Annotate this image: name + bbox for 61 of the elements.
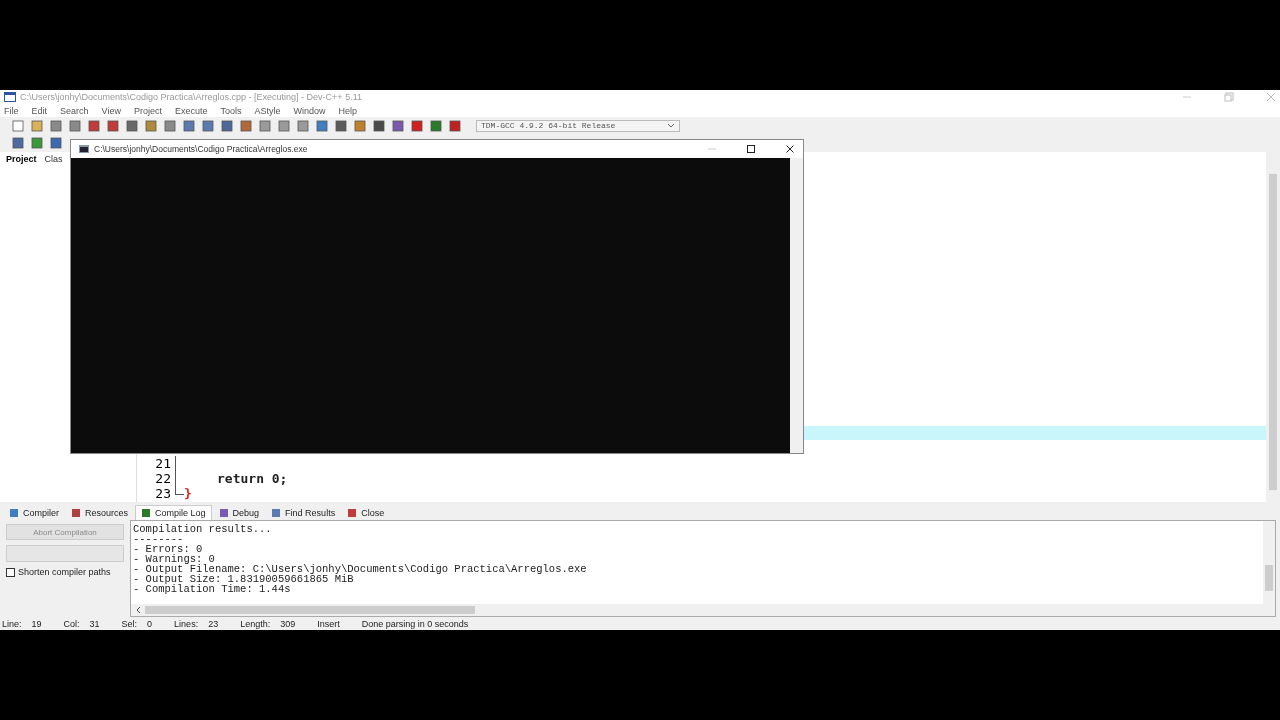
panel-tab[interactable]: Project <box>6 154 37 164</box>
checkbox-label[interactable]: Shorten compiler paths <box>18 567 111 577</box>
menu-item[interactable]: Tools <box>220 105 242 116</box>
console-icon <box>79 145 89 153</box>
status-value: Done parsing in 0 seconds <box>361 618 469 629</box>
log-line: -------- <box>133 534 184 544</box>
menu-item[interactable]: View <box>101 105 121 116</box>
panel-tab[interactable]: Find Results <box>266 506 341 520</box>
log-line: - Compilation Time: 1.44s <box>133 584 292 594</box>
line-number: 22 <box>154 471 171 486</box>
panel-tab[interactable]: Resources <box>66 506 134 520</box>
scrollbar[interactable] <box>790 158 803 453</box>
tab-icon <box>218 508 229 518</box>
chevron-icon <box>667 123 675 128</box>
status-value: 309 <box>280 618 296 629</box>
status-label: Col: <box>63 618 80 629</box>
tab-icon <box>271 508 282 518</box>
status-label: Length: <box>240 618 271 629</box>
log-line: Compilation results... <box>133 524 273 534</box>
status-value: 0 <box>147 618 153 629</box>
window-title: C:\Users\jonhy\Documents\Codigo Practica\Arreglos.cpp - [Executing] - Dev-C++ 5.11 <box>20 92 362 102</box>
status-label: Line: <box>2 618 22 629</box>
menu-item[interactable]: Help <box>338 105 358 116</box>
status-value: 23 <box>208 618 219 629</box>
menu-item[interactable]: AStyle <box>254 105 281 116</box>
tab-icon <box>9 508 19 518</box>
panel-tab[interactable]: Close <box>342 506 390 520</box>
checkbox[interactable] <box>6 567 15 577</box>
code-line: } <box>184 486 192 501</box>
line-number: 21 <box>154 456 171 471</box>
compiler-dropdown[interactable]: TDM-GCC 4.9.2 64-bit Release <box>476 119 680 132</box>
menu-item[interactable]: Window <box>293 105 326 116</box>
log-line: - Errors: 0 <box>133 544 204 554</box>
log-line: - Output Size: 1.83190059661865 MiB <box>133 574 354 584</box>
scrollbar[interactable] <box>1263 521 1275 616</box>
menu-item[interactable]: Edit <box>31 105 48 116</box>
panel-tab[interactable]: Compiler <box>4 506 64 520</box>
log-line: - Output Filename: C:\Users\jonhy\Documents\Codigo Practica\Arreglos.exe <box>133 564 588 574</box>
console-dialog[interactable]: C:\Users\jonhy\Documents\Codigo Practica\Arreglos.exe <box>70 139 804 454</box>
tab-icon <box>347 508 358 518</box>
panel-tab[interactable]: Compile Log <box>135 505 212 520</box>
log-line: - Warnings: 0 <box>133 554 215 564</box>
status-value: 19 <box>31 618 42 629</box>
panel-tab[interactable]: Debug <box>213 506 265 520</box>
maximize-icon[interactable] <box>746 144 756 154</box>
status-label: Sel: <box>121 618 138 629</box>
status-label: Lines: <box>174 618 199 629</box>
code-line: return 0; <box>217 471 288 486</box>
menu-item[interactable]: Search <box>60 105 89 116</box>
menu-item[interactable]: Project <box>133 105 162 116</box>
scrollbar[interactable] <box>131 604 1263 616</box>
close-icon[interactable] <box>785 144 795 154</box>
panel-tab[interactable]: Clas <box>44 154 63 164</box>
line-number: 23 <box>154 486 171 501</box>
tab-icon <box>71 508 81 518</box>
tab-icon <box>141 508 152 518</box>
status-value: 31 <box>89 618 100 629</box>
menu-item[interactable]: Execute <box>174 105 208 116</box>
menu-item[interactable]: File <box>4 105 19 116</box>
console-title: C:\Users\jonhy\Documents\Codigo Practica\Arreglos.exe <box>94 144 308 154</box>
status-value: Insert <box>317 618 340 629</box>
